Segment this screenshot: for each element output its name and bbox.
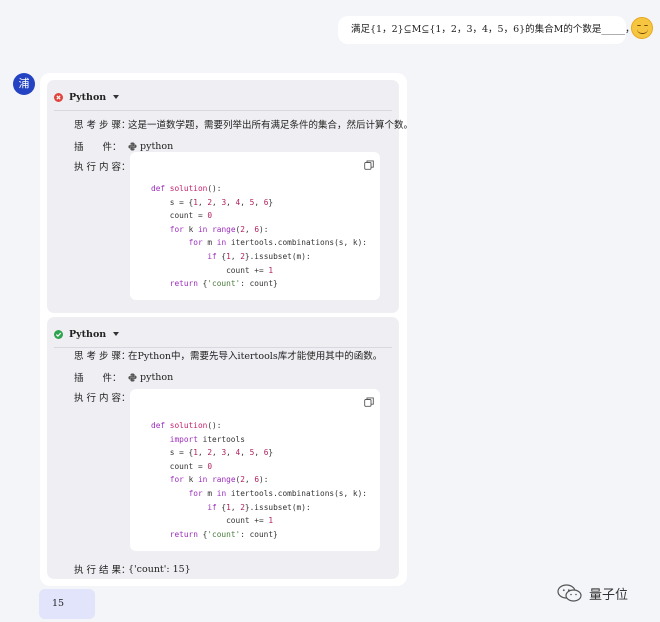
thinking-steps-row: 思 考 步 骤： 这是一道数学题，需要列举出所有满足条件的集合，然后计算个数。 — [74, 117, 413, 131]
steps-text: 在Python中，需要先导入itertools库才能使用其中的函数。 — [128, 351, 383, 362]
bot-avatar: 浦 — [13, 73, 35, 95]
code-text: def solution(): s = {1, 2, 3, 4, 5, 6} c… — [151, 184, 367, 289]
code-block-2: def solution(): import itertools s = {1,… — [130, 389, 380, 551]
user-avatar-smiley-icon — [631, 17, 653, 39]
plugin-name: python — [140, 371, 174, 383]
python-plugin-icon — [128, 372, 137, 382]
plugin-name: python — [140, 140, 174, 152]
result-label: 执 行 结 果： — [74, 565, 131, 576]
execution-content-row: 执 行 内 容： — [74, 390, 131, 404]
divider — [54, 110, 392, 111]
tool-name: Python — [69, 328, 107, 340]
plugin-label: 插 件： — [74, 373, 122, 384]
error-status-icon — [54, 92, 63, 102]
steps-label: 思 考 步 骤： — [74, 351, 131, 362]
tool-call-header-1[interactable]: Python — [54, 90, 120, 104]
code-label: 执 行 内 容： — [74, 162, 131, 173]
tool-name: Python — [69, 91, 107, 103]
thinking-steps-row: 思 考 步 骤： 在Python中，需要先导入itertools库才能使用其中的… — [74, 348, 382, 362]
watermark: 量子位 — [557, 583, 628, 603]
copy-icon[interactable] — [364, 397, 374, 407]
code-text: def solution(): import itertools s = {1,… — [151, 421, 367, 539]
success-status-icon — [54, 329, 63, 339]
bot-answer-panel: Python 思 考 步 骤： 这是一道数学题，需要列举出所有满足条件的集合，然… — [40, 73, 413, 586]
tool-call-card-1: Python 思 考 步 骤： 这是一道数学题，需要列举出所有满足条件的集合，然… — [47, 80, 413, 313]
plugin-row: 插 件： python — [74, 139, 174, 154]
copy-icon[interactable] — [364, 160, 374, 170]
execution-result-row: 执 行 结 果： {'count': 15} — [74, 562, 191, 577]
tool-call-header-2[interactable]: Python — [54, 327, 120, 341]
wechat-icon — [557, 584, 582, 602]
execution-content-row: 执 行 内 容： — [74, 159, 131, 173]
steps-label: 思 考 步 骤： — [74, 120, 131, 131]
user-message-bubble: 满足{1，2}⊆M⊆{1，2，3，4，5，6}的集合M的个数是_____，'. — [338, 16, 640, 44]
steps-text: 这是一道数学题，需要列举出所有满足条件的集合，然后计算个数。 — [128, 120, 414, 131]
python-plugin-icon — [128, 141, 137, 151]
plugin-row: 插 件： python — [74, 370, 174, 385]
code-label: 执 行 内 容： — [74, 393, 131, 404]
result-text: {'count': 15} — [128, 563, 191, 575]
code-block-1: def solution(): s = {1, 2, 3, 4, 5, 6} c… — [130, 152, 380, 300]
plugin-label: 插 件： — [74, 142, 122, 153]
dropdown-caret-icon[interactable] — [113, 95, 120, 99]
watermark-text: 量子位 — [589, 587, 629, 603]
final-answer-bubble: 15 — [39, 589, 95, 619]
dropdown-caret-icon[interactable] — [113, 332, 120, 336]
tool-call-card-2: Python 思 考 步 骤： 在Python中，需要先导入itertools库… — [47, 317, 399, 579]
